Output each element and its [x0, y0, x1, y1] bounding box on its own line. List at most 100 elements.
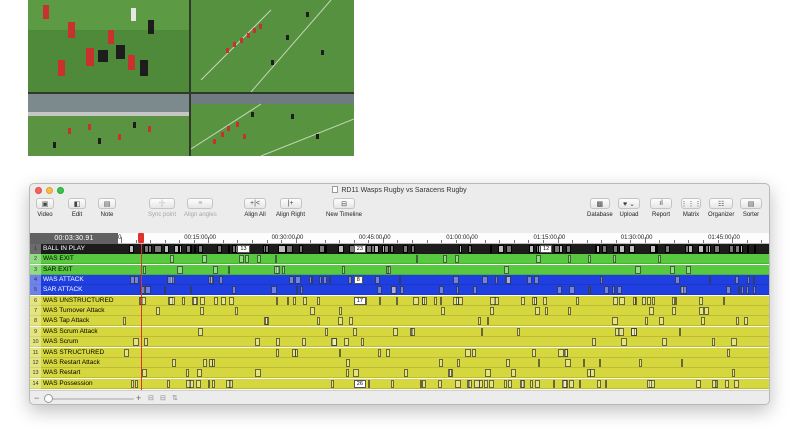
clip[interactable] [169, 296, 175, 305]
clip[interactable] [639, 358, 642, 367]
clip[interactable] [360, 338, 365, 347]
clip[interactable] [617, 286, 622, 295]
row-track[interactable] [118, 306, 769, 316]
clip[interactable] [456, 296, 460, 305]
clip[interactable] [421, 296, 426, 305]
clip[interactable] [467, 379, 472, 388]
clip[interactable] [569, 286, 576, 295]
clip[interactable] [353, 369, 359, 378]
clip[interactable] [316, 296, 320, 305]
clip[interactable] [381, 245, 386, 253]
clip[interactable] [331, 338, 337, 347]
clip[interactable] [339, 307, 342, 316]
time-ruler[interactable]: 0 00:15:00.00 00:30:00.00 00:45:00.00 01:00:… [118, 233, 769, 244]
clip[interactable] [365, 245, 372, 253]
row-name[interactable]: WAS Turnover Attack [43, 306, 105, 316]
clip[interactable] [490, 307, 495, 316]
clip[interactable] [534, 296, 538, 305]
clip[interactable] [395, 296, 398, 305]
clip[interactable] [526, 276, 532, 285]
clip[interactable] [212, 265, 219, 274]
zoom-out-icon[interactable]: − [34, 393, 39, 403]
clip[interactable] [753, 276, 756, 285]
clip[interactable] [733, 379, 739, 388]
clip[interactable] [612, 286, 616, 295]
clip[interactable] [271, 286, 277, 295]
clip[interactable] [254, 338, 260, 347]
clip[interactable] [554, 245, 561, 253]
row-name[interactable]: WAS Restart Attack [43, 358, 100, 368]
clip[interactable] [317, 317, 320, 326]
clip[interactable] [324, 327, 329, 336]
clip[interactable] [713, 245, 720, 253]
clip[interactable] [228, 265, 231, 274]
clip[interactable] [281, 265, 286, 274]
clip[interactable] [398, 276, 401, 285]
clip[interactable] [323, 245, 327, 253]
clip[interactable] [705, 245, 709, 253]
clip[interactable] [591, 338, 596, 347]
clip[interactable] [213, 296, 219, 305]
clip[interactable] [343, 338, 350, 347]
fit-view-icon[interactable]: ⊟ [148, 394, 154, 402]
clip[interactable] [534, 307, 540, 316]
row-track[interactable] [118, 368, 769, 378]
clip[interactable] [698, 307, 704, 316]
clip[interactable] [517, 327, 520, 336]
clip[interactable] [695, 379, 702, 388]
zoom-in-icon[interactable]: + [136, 393, 141, 403]
clip[interactable] [376, 286, 382, 295]
clip[interactable] [645, 317, 648, 326]
clip[interactable] [595, 245, 600, 253]
clip[interactable] [712, 338, 716, 347]
clip[interactable] [141, 369, 147, 378]
clip[interactable] [294, 348, 299, 357]
clip-count-label[interactable]: 8 [353, 276, 363, 285]
clip[interactable] [328, 276, 331, 285]
clip-count-label[interactable]: 23 [353, 245, 366, 253]
clip[interactable] [490, 296, 497, 305]
align-right-button[interactable]: |+ Align Right [276, 198, 305, 218]
row-name[interactable]: WAS Scrum [43, 337, 78, 347]
clip[interactable] [166, 276, 173, 285]
clip[interactable] [194, 245, 197, 253]
clip[interactable] [534, 379, 540, 388]
clip[interactable] [135, 379, 138, 388]
clip[interactable] [212, 358, 215, 367]
row-track[interactable] [118, 358, 769, 368]
clip[interactable] [708, 276, 712, 285]
playhead-handle[interactable] [138, 233, 145, 243]
clip[interactable] [345, 358, 351, 367]
clip[interactable] [612, 296, 618, 305]
clip[interactable] [402, 245, 408, 253]
clip[interactable] [652, 296, 655, 305]
clip[interactable] [564, 358, 571, 367]
clip[interactable] [399, 286, 405, 295]
clip[interactable] [494, 276, 499, 285]
upload-button[interactable]: ♥ ⌄ Upload [618, 198, 640, 218]
clip[interactable] [647, 379, 652, 388]
clip[interactable] [228, 379, 233, 388]
clip[interactable] [438, 286, 445, 295]
row-track[interactable]: 26 [118, 379, 769, 389]
clip[interactable] [603, 286, 609, 295]
clip[interactable] [732, 369, 736, 378]
clip[interactable] [714, 379, 719, 388]
row-track[interactable]: 13 23 12 [118, 244, 769, 254]
clip[interactable] [276, 338, 280, 347]
clip[interactable] [455, 286, 459, 295]
clip[interactable] [579, 379, 582, 388]
clip[interactable] [338, 348, 342, 357]
clip[interactable] [422, 379, 426, 388]
clip[interactable] [338, 317, 344, 326]
clip[interactable] [597, 379, 601, 388]
new-timeline-button[interactable]: ⊟ New Timeline [326, 198, 362, 218]
clip[interactable] [537, 358, 541, 367]
clip[interactable] [455, 379, 461, 388]
clip[interactable] [545, 307, 548, 316]
clip[interactable] [529, 379, 533, 388]
clip[interactable] [498, 245, 504, 253]
clip[interactable] [686, 265, 691, 274]
clip[interactable] [745, 286, 749, 295]
clip[interactable] [441, 307, 446, 316]
